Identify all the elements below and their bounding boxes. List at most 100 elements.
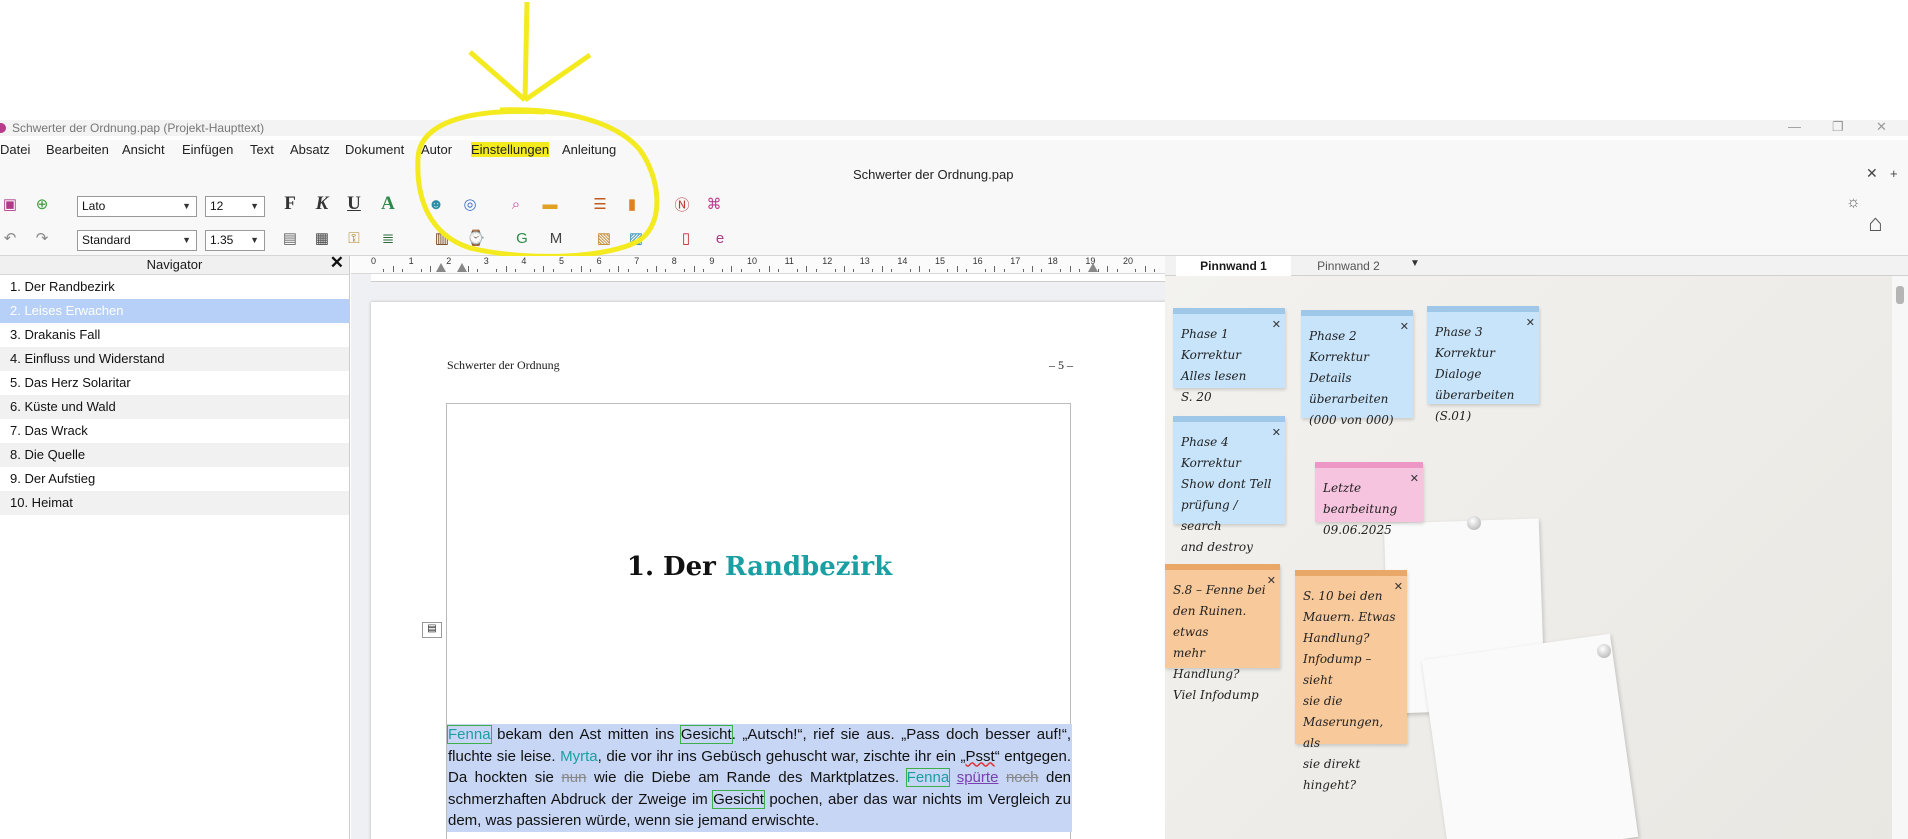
marked-word[interactable]: Gesicht (679, 725, 733, 744)
note-close-icon[interactable]: ✕ (1272, 314, 1281, 335)
sticky-note[interactable]: ✕ Letzte bearbeitung 09.06.2025 (1315, 462, 1423, 537)
nav-chapter-item[interactable]: 10. Heimat (0, 491, 349, 515)
filler-word[interactable]: nun (561, 769, 586, 786)
pinboard[interactable]: Pinnwand 1 Pinnwand 2 ▼ ✕ Phase 1 Korrekt… (1165, 256, 1908, 839)
nav-chapter-item[interactable]: 9. Der Aufstieg (0, 467, 349, 491)
filler-word[interactable]: noch (1006, 769, 1039, 786)
menu-bearbeiten[interactable]: Bearbeiten (46, 142, 109, 157)
menu-absatz[interactable]: Absatz (290, 142, 330, 157)
sticky-note[interactable]: ✕ Phase 3 Korrektur Dialoge überarbeiten (S.… (1427, 306, 1539, 423)
pdf-icon[interactable]: ▯ (676, 228, 696, 248)
font-size-select[interactable]: 12 ▼ (205, 196, 265, 217)
nav-chapter-item[interactable]: 3. Drakanis Fall (0, 323, 349, 347)
save-icon[interactable]: ▣ (0, 194, 20, 214)
export-icon[interactable]: ▨ (626, 228, 646, 248)
nav-chapter-item[interactable]: 4. Einfluss und Widerstand (0, 347, 349, 371)
line-spacing-select[interactable]: 1.35 ▼ (205, 230, 265, 251)
speech-bubble-icon[interactable]: ◎ (460, 194, 480, 214)
tab-dropdown-icon[interactable]: ▼ (1410, 258, 1420, 269)
sticky-note[interactable]: ✕ Phase 1 Korrektur Alles lesen S. 20 (1173, 308, 1285, 404)
tab-pinnwand-2[interactable]: Pinnwand 2 (1291, 256, 1406, 276)
list-check-icon[interactable]: ☰ (590, 194, 610, 214)
editor-area[interactable]: 0 1 2 3 4 5 6 7 8 9 10 11 12 13 14 15 16 17 18 19 20 Schwert… (351, 256, 1165, 839)
nav-chapter-item[interactable]: 6. Küste und Wald (0, 395, 349, 419)
tab-pinnwand-1[interactable]: Pinnwand 1 (1176, 256, 1291, 276)
navigator-close-icon[interactable]: ✕ (330, 254, 344, 272)
note-close-icon[interactable]: ✕ (1267, 570, 1276, 591)
notes-n-icon[interactable]: Ⓝ (672, 194, 692, 214)
body-text[interactable]: Fenna bekam den Ast mitten ins Gesicht. … (447, 724, 1072, 832)
text-compare-icon[interactable]: ⌘ (704, 194, 724, 214)
minimize-button[interactable]: — (1788, 119, 1801, 134)
font-color-button[interactable]: A (378, 193, 398, 214)
left-indent-marker[interactable] (436, 263, 446, 272)
note-close-icon[interactable]: ✕ (1526, 312, 1535, 333)
first-line-indent-marker[interactable] (457, 263, 467, 272)
card-icon[interactable]: ▤ (280, 228, 300, 248)
sticky-note[interactable]: ✕ S.8 – Fenne bei den Ruinen. etwas mehr Ha… (1165, 564, 1280, 702)
nav-chapter-item[interactable]: 2. Leises Erwachen (0, 299, 349, 323)
note-close-icon[interactable]: ✕ (1272, 422, 1281, 443)
outline-icon[interactable]: ≣ (378, 228, 398, 248)
cards-icon[interactable]: ▧ (594, 228, 614, 248)
glossary-icon[interactable]: G (512, 228, 532, 248)
document-page[interactable]: Schwerter der Ordnung – 5 – ▤ 1. Der Ran… (371, 302, 1165, 839)
underline-button[interactable]: U (344, 193, 364, 214)
nav-chapter-item[interactable]: 1. Der Randbezirk (0, 275, 349, 299)
book-icon[interactable]: ▥ (432, 228, 452, 248)
paragraph-style-select[interactable]: Standard ▼ (77, 230, 197, 251)
maximize-button[interactable]: ❐ (1832, 119, 1844, 135)
menu-einstellungen[interactable]: Einstellungen (471, 142, 550, 157)
right-indent-marker[interactable] (1088, 263, 1098, 272)
ebook-icon[interactable]: e (710, 228, 730, 248)
menu-datei[interactable]: Datei (0, 142, 30, 157)
menu-autor[interactable]: Autor (421, 142, 452, 157)
menu-anleitung[interactable]: Anleitung (562, 142, 616, 157)
undo-icon[interactable]: ↶ (0, 228, 20, 248)
ruler[interactable]: 0 1 2 3 4 5 6 7 8 9 10 11 12 13 14 15 16 17 18 19 20 (351, 256, 1165, 274)
key-icon[interactable]: ⚿ (344, 228, 364, 248)
new-document-icon[interactable]: ⊕ (32, 194, 52, 214)
nav-chapter-item[interactable]: 7. Das Wrack (0, 419, 349, 443)
spelling-error[interactable]: Psst (966, 748, 995, 765)
theater-masks-icon[interactable]: ☻ (426, 194, 446, 214)
menu-dokument[interactable]: Dokument (345, 142, 404, 157)
bold-button[interactable]: F (280, 193, 300, 214)
home-icon[interactable]: ⌂ (1868, 210, 1883, 238)
nav-chapter-item[interactable]: 5. Das Herz Solaritar (0, 371, 349, 395)
menu-ansicht[interactable]: Ansicht (122, 142, 165, 157)
menu-einfuegen[interactable]: Einfügen (182, 142, 233, 157)
italic-button[interactable]: K (312, 193, 332, 214)
nav-chapter-item[interactable]: 8. Die Quelle (0, 443, 349, 467)
marked-verb[interactable]: spürte (957, 769, 999, 786)
timeline-icon[interactable]: ⌚ (466, 228, 486, 248)
note-close-icon[interactable]: ✕ (1394, 576, 1403, 597)
window-close-button[interactable]: ✕ (1876, 119, 1887, 135)
font-select[interactable]: Lato ▼ (77, 196, 197, 217)
note-close-icon[interactable]: ✕ (1400, 316, 1409, 337)
document-tab-title[interactable]: Schwerter der Ordnung.pap (853, 167, 1013, 182)
scroll-thumb[interactable] (1896, 286, 1904, 304)
new-tab-icon[interactable]: + (1890, 166, 1898, 181)
marked-word[interactable]: Gesicht (712, 789, 765, 809)
document-close-icon[interactable]: ✕ (1866, 165, 1878, 182)
text-frame[interactable]: 1. Der Randbezirk Fenna bekam den Ast mi… (446, 403, 1072, 839)
clapperboard-icon[interactable]: ▦ (312, 228, 332, 248)
menu-text[interactable]: Text (250, 142, 274, 157)
sticky-note[interactable]: ✕ Phase 4 Korrektur Show dont Tell prüfung … (1173, 416, 1285, 554)
manuscript-icon[interactable]: M (546, 228, 566, 248)
note-close-icon[interactable]: ✕ (1410, 468, 1419, 489)
sticky-note[interactable]: ✕ S. 10 bei den Mauern. Etwas Handlung? Info… (1295, 570, 1407, 792)
character-name[interactable]: Fenna (447, 725, 492, 744)
pinboard-scrollbar[interactable] (1892, 276, 1908, 839)
redo-icon[interactable]: ↷ (32, 228, 52, 248)
character-name[interactable]: Fenna (905, 768, 951, 787)
character-name[interactable]: Myrta (560, 748, 598, 765)
scene-card-icon[interactable]: ▤ (422, 622, 442, 638)
brightness-icon[interactable]: ☼ (1846, 194, 1861, 212)
ruler-tick (533, 269, 535, 272)
search-icon[interactable]: ⌕ (506, 194, 526, 214)
sticky-note[interactable]: ✕ Phase 2 Korrektur Details überarbeiten (00… (1301, 310, 1413, 427)
comment-icon[interactable]: ▬ (540, 194, 560, 214)
bar-chart-icon[interactable]: ▮ (622, 194, 642, 214)
